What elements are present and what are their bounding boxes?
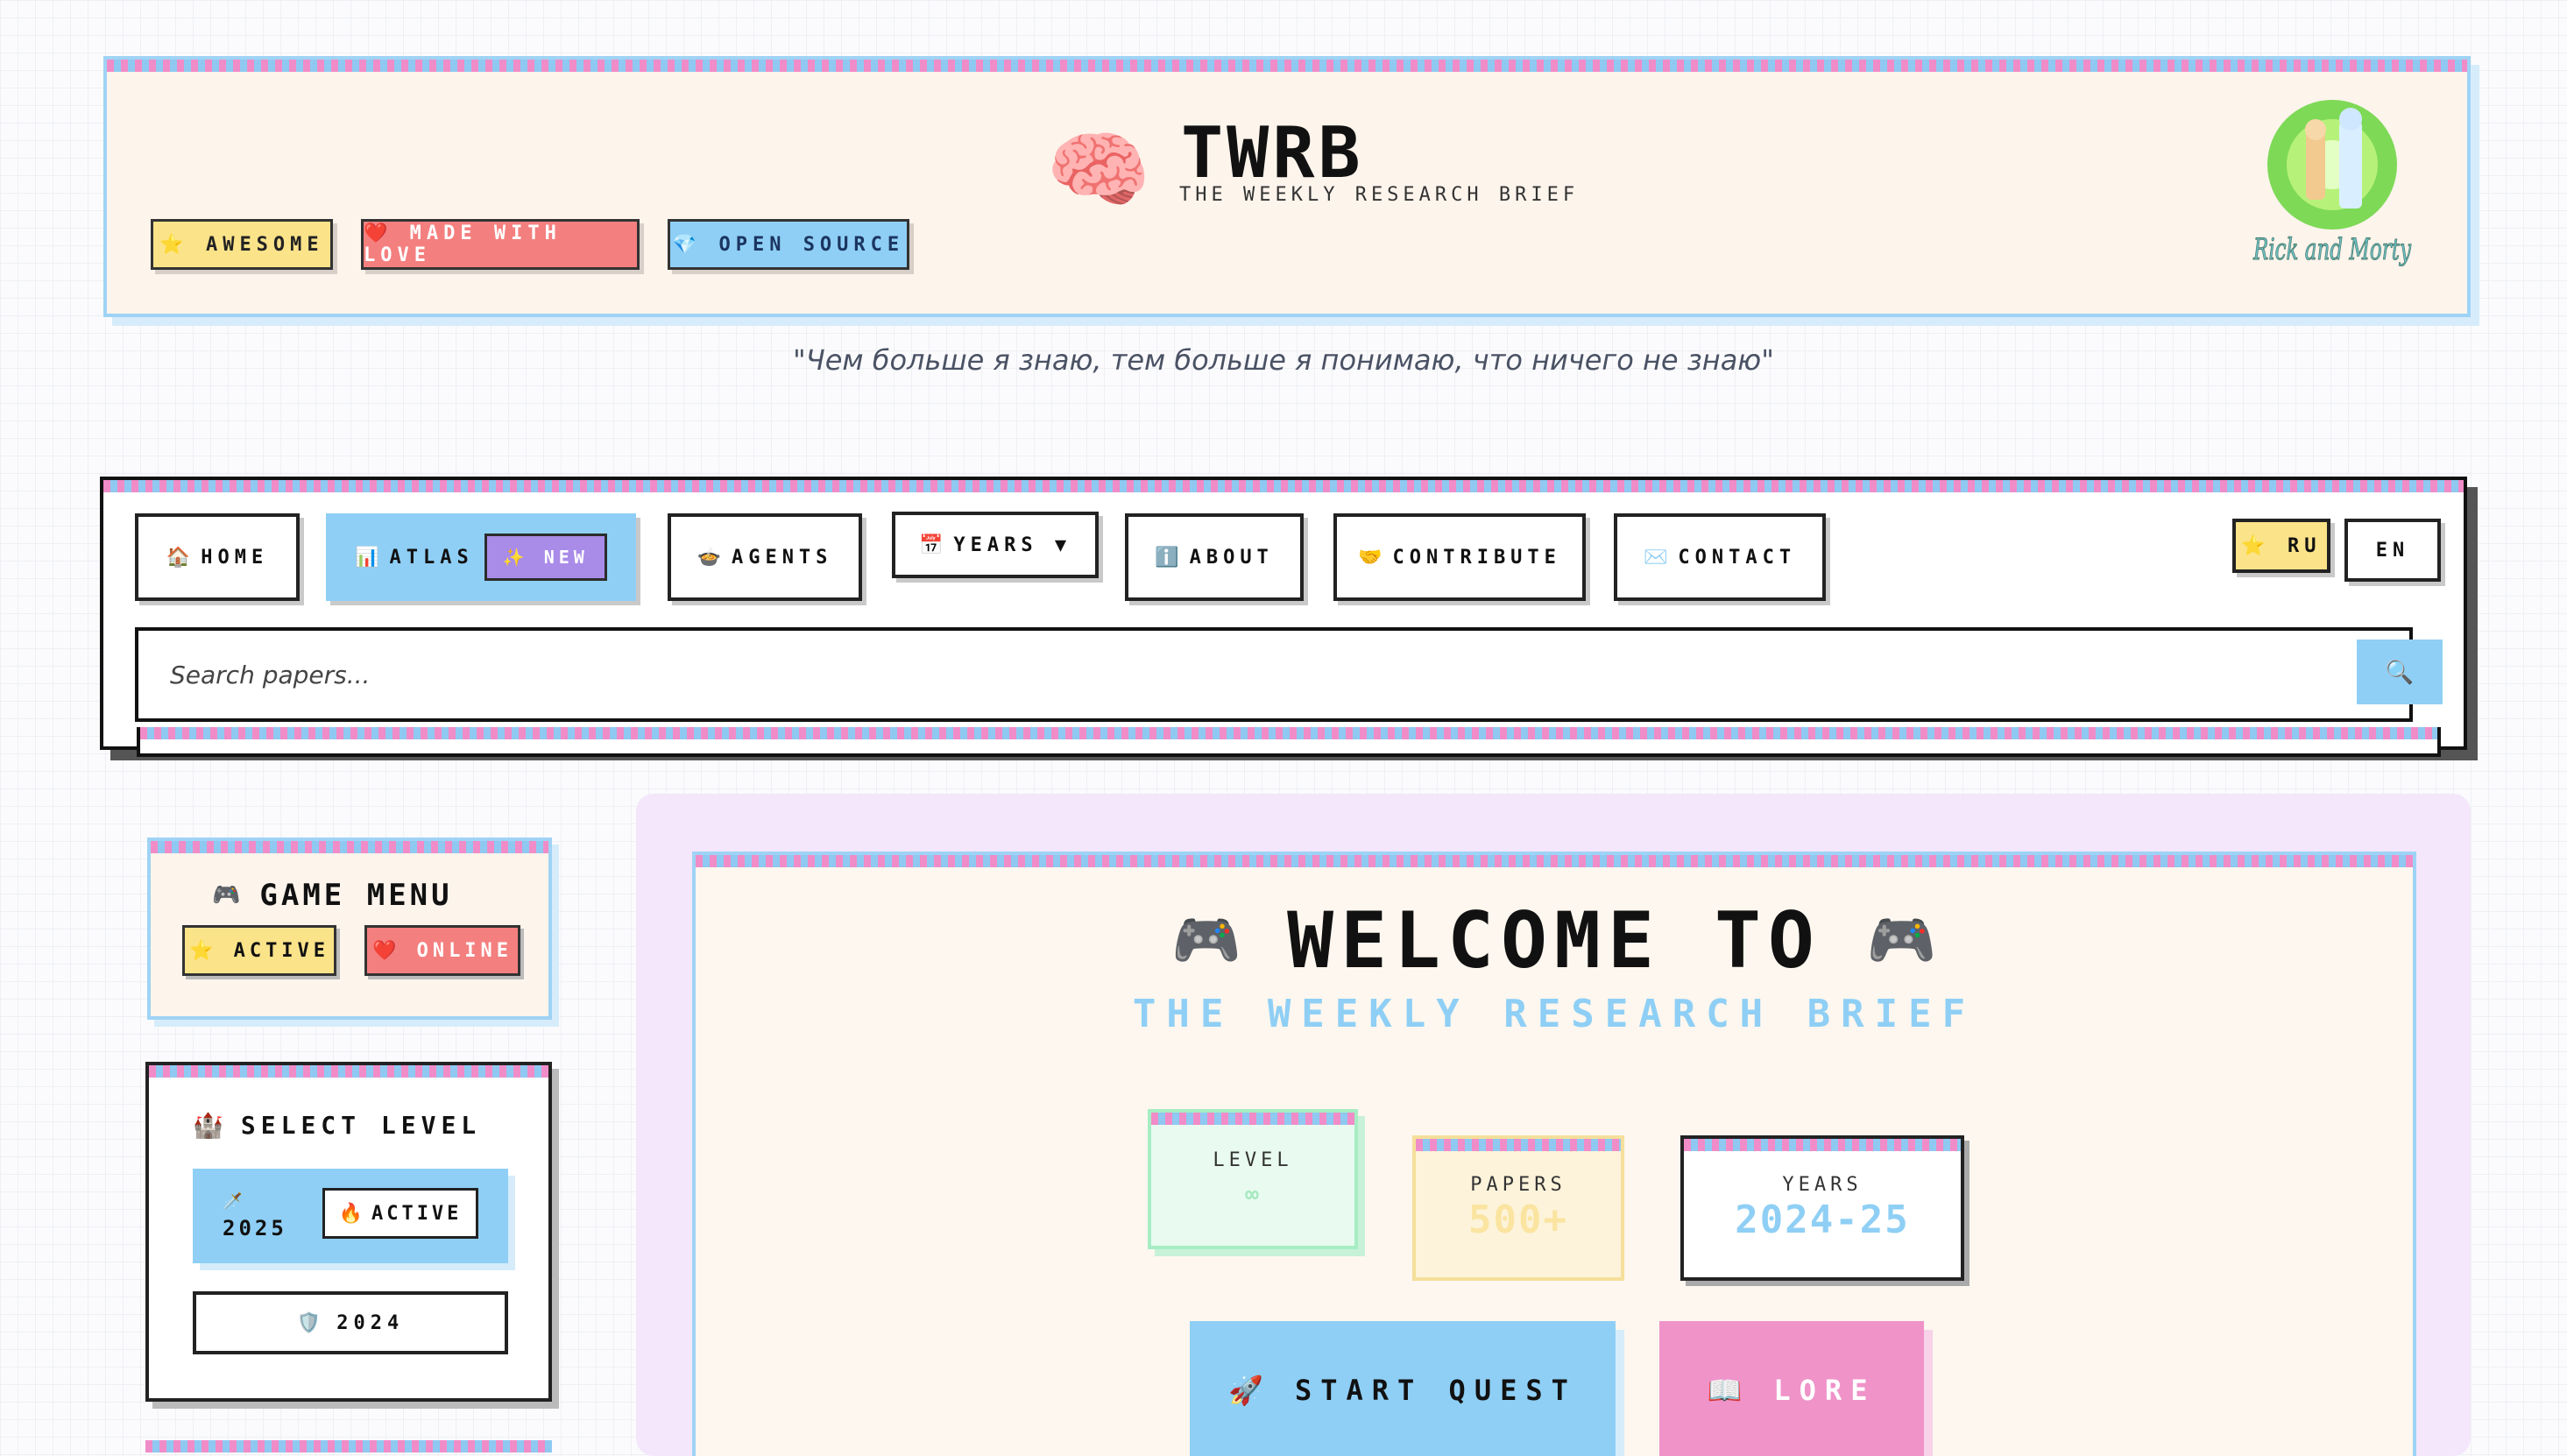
level-2025-year: 🗡️ 2025 — [223, 1186, 287, 1241]
sword-icon: 🗡️ — [223, 1192, 246, 1211]
nav-atlas-label: ATLAS — [389, 546, 474, 569]
level-2025-active-tag: 🔥 ACTIVE — [322, 1188, 478, 1239]
info-icon: ℹ️ — [1155, 546, 1179, 569]
game-menu-title-label: GAME MENU — [259, 878, 453, 913]
search-input[interactable] — [135, 627, 2413, 722]
gamepad-icon: 🎮 — [1866, 908, 1937, 973]
nav-stripe — [103, 480, 2464, 492]
nav-bottom-strip — [137, 727, 2441, 757]
agents-icon: 🍲 — [697, 546, 721, 569]
stat-level-label: LEVEL — [1213, 1149, 1293, 1171]
envelope-icon: ✉️ — [1643, 546, 1668, 569]
nav-bottom-stripe — [140, 727, 2437, 739]
new-badge: ✨ NEW — [484, 534, 607, 581]
welcome-title-text: WELCOME TO — [1287, 895, 1821, 986]
online-badge: ❤️ ONLINE — [364, 925, 520, 976]
made-with-love-badge[interactable]: ❤️ MADE WITH LOVE — [361, 219, 640, 270]
nav-contact-label: CONTACT — [1678, 546, 1797, 569]
nav-home[interactable]: 🏠 HOME — [135, 513, 300, 601]
site-title[interactable]: TWRB — [1181, 112, 1364, 194]
nav-atlas[interactable]: 📊 ATLAS ✨ NEW — [326, 513, 636, 601]
start-quest-button[interactable]: 🚀 START QUEST — [1190, 1321, 1616, 1456]
home-icon: 🏠 — [166, 546, 191, 569]
nav-about[interactable]: ℹ️ ABOUT — [1125, 513, 1304, 601]
stat-years-label: YEARS — [1782, 1174, 1863, 1196]
select-level-card: 🏰 SELECT LEVEL 🗡️ 2025 🔥 ACTIVE 🛡️ 2024 — [145, 1062, 552, 1402]
level-2025-active-label: ACTIVE — [371, 1202, 463, 1225]
level-2025-button[interactable]: 🗡️ 2025 🔥 ACTIVE — [193, 1169, 508, 1263]
rick-and-morty-logo: Rick and Morty — [2252, 100, 2412, 268]
nav-contribute-label: CONTRIBUTE — [1392, 546, 1561, 569]
header-quote: "Чем больше я знаю, тем больше я понимаю… — [793, 343, 1774, 377]
stat-level: LEVEL ∞ — [1148, 1109, 1358, 1249]
stat-years: YEARS 2024-25 — [1680, 1135, 1964, 1281]
nav-contact[interactable]: ✉️ CONTACT — [1614, 513, 1826, 601]
nav-years-label: YEARS ▼ — [953, 534, 1072, 556]
nav-agents-label: AGENTS — [731, 546, 833, 569]
book-icon: 📖 — [1707, 1374, 1751, 1407]
stat-level-stripe — [1151, 1113, 1354, 1125]
open-source-badge[interactable]: 💎 OPEN SOURCE — [668, 219, 909, 270]
nav-home-label: HOME — [201, 546, 269, 569]
stat-years-stripe — [1684, 1139, 1961, 1151]
welcome-subtitle: THE WEEKLY RESEARCH BRIEF — [1132, 992, 1977, 1036]
active-badge: ⭐ ACTIVE — [182, 925, 336, 976]
castle-icon: 🏰 — [193, 1111, 229, 1140]
stat-papers-label: PAPERS — [1470, 1174, 1566, 1196]
calendar-icon: 📅 — [918, 534, 944, 556]
site-header: 🧠 TWRB THE WEEKLY RESEARCH BRIEF ⭐ AWESO… — [103, 56, 2471, 317]
stat-papers: PAPERS 500+ — [1412, 1135, 1624, 1281]
search-icon: 🔍 — [2385, 658, 2415, 685]
svg-text:Rick and Morty: Rick and Morty — [2252, 232, 2411, 267]
site-subtitle: THE WEEKLY RESEARCH BRIEF — [1179, 184, 1580, 206]
stat-papers-value: 500+ — [1468, 1198, 1568, 1242]
gamepad-icon: 🎮 — [1171, 908, 1242, 973]
sidebar-next-stripe — [145, 1440, 552, 1452]
header-stripe — [107, 60, 2467, 72]
select-level-stripe — [149, 1065, 548, 1078]
search-button[interactable]: 🔍 — [2357, 640, 2443, 704]
lore-button[interactable]: 📖 LORE — [1659, 1321, 1924, 1456]
brain-icon: 🧠 — [1046, 121, 1151, 219]
handshake-icon: 🤝 — [1358, 546, 1383, 569]
welcome-panel: 🎮 WELCOME TO 🎮 THE WEEKLY RESEARCH BRIEF… — [692, 852, 2416, 1456]
welcome-stripe — [696, 855, 2413, 867]
nav-about-label: ABOUT — [1189, 546, 1274, 569]
select-level-title: 🏰 SELECT LEVEL — [193, 1111, 481, 1140]
lang-en-button[interactable]: EN — [2344, 519, 2441, 582]
start-quest-label: START QUEST — [1294, 1374, 1577, 1407]
lore-label: LORE — [1773, 1374, 1877, 1407]
fire-icon: 🔥 — [338, 1202, 366, 1225]
gamepad-icon: 🎮 — [212, 882, 244, 908]
nav-contribute[interactable]: 🤝 CONTRIBUTE — [1333, 513, 1586, 601]
chart-icon: 📊 — [355, 546, 379, 569]
game-menu-title: 🎮 GAME MENU — [212, 878, 453, 913]
stat-level-value: ∞ — [1245, 1182, 1261, 1208]
level-2024-button[interactable]: 🛡️ 2024 — [193, 1291, 508, 1354]
game-menu-card: 🎮 GAME MENU ⭐ ACTIVE ❤️ ONLINE — [147, 838, 552, 1020]
game-menu-stripe — [151, 841, 548, 853]
rocket-icon: 🚀 — [1228, 1374, 1272, 1407]
stat-papers-stripe — [1416, 1139, 1621, 1151]
lang-ru-button[interactable]: ⭐ RU — [2232, 519, 2330, 573]
sidebar-next-card — [145, 1440, 552, 1456]
level-2025-label: 2025 — [223, 1216, 287, 1240]
welcome-title: 🎮 WELCOME TO 🎮 — [696, 895, 2413, 986]
main-navigation: 🏠 HOME 📊 ATLAS ✨ NEW 🍲 AGENTS 📅 YEARS ▼ … — [100, 477, 2467, 757]
level-2024-label: 2024 — [336, 1311, 405, 1334]
nav-agents[interactable]: 🍲 AGENTS — [668, 513, 862, 601]
select-level-label: SELECT LEVEL — [240, 1111, 482, 1140]
stat-years-value: 2024-25 — [1735, 1198, 1910, 1242]
awesome-badge[interactable]: ⭐ AWESOME — [151, 219, 333, 270]
nav-years-dropdown[interactable]: 📅 YEARS ▼ — [892, 512, 1099, 578]
shield-icon: 🛡️ — [296, 1311, 327, 1334]
